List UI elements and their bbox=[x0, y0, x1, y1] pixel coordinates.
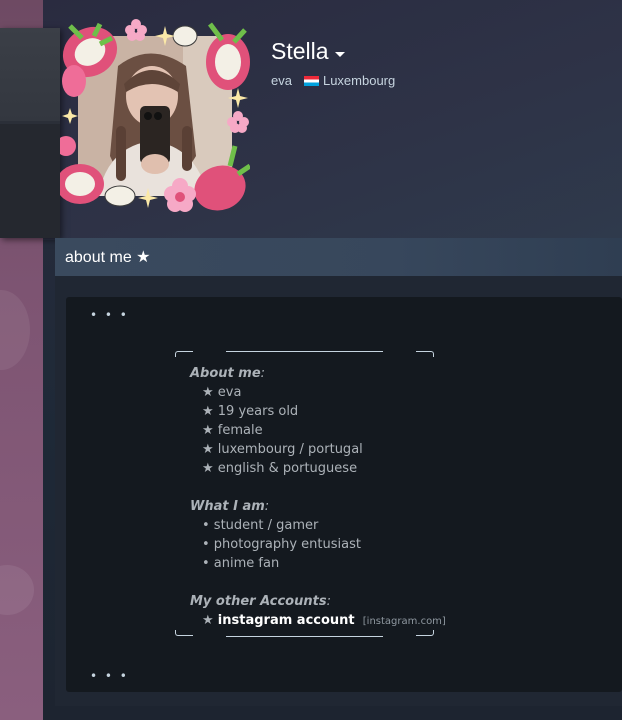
divider-line bbox=[226, 351, 383, 352]
list-item: ★ 19 years old bbox=[202, 404, 299, 419]
account-item: ★ instagram account [instagram.com] bbox=[190, 611, 590, 631]
frame-corner bbox=[175, 351, 193, 357]
profile-avatar[interactable] bbox=[60, 16, 250, 212]
list-item: • photography entusiast bbox=[202, 537, 361, 552]
list-item: ★ english & portuguese bbox=[202, 461, 358, 476]
luxembourg-flag-icon bbox=[303, 75, 319, 86]
list-item: ★ luxembourg / portugal bbox=[202, 442, 363, 457]
instagram-link[interactable]: instagram account bbox=[218, 613, 355, 628]
about-section-header: about me ★ bbox=[55, 238, 622, 276]
side-panel-bottom bbox=[0, 124, 60, 238]
list-item: ★ eva bbox=[202, 385, 242, 400]
about-heading: About me: bbox=[190, 366, 266, 381]
divider-line bbox=[226, 636, 383, 637]
about-content: About me: ★ eva ★ 19 years old ★ female … bbox=[190, 364, 590, 631]
side-panel[interactable] bbox=[0, 28, 60, 238]
list-item: • student / gamer bbox=[202, 518, 319, 533]
top-dots: • • • bbox=[90, 308, 129, 322]
link-domain: [instagram.com] bbox=[362, 616, 446, 627]
profile-name-text: Stella bbox=[271, 38, 329, 64]
list-item: ★ female bbox=[202, 423, 263, 438]
star-icon: ★ bbox=[202, 613, 214, 628]
bottom-dots: • • • bbox=[90, 669, 129, 683]
real-name: eva bbox=[271, 73, 292, 88]
country-name: Luxembourg bbox=[322, 73, 396, 88]
dropdown-caret-icon[interactable] bbox=[334, 52, 345, 57]
profile-name[interactable]: Stella bbox=[271, 38, 345, 65]
about-section-title: about me ★ bbox=[65, 249, 151, 266]
profile-subline: eva Luxembourg bbox=[271, 73, 395, 88]
side-panel-top bbox=[0, 28, 60, 121]
list-item: • anime fan bbox=[202, 556, 280, 571]
decor-blob bbox=[0, 290, 30, 370]
accounts-heading: My other Accounts: bbox=[190, 594, 331, 609]
decor-blob bbox=[0, 565, 34, 615]
what-heading: What I am: bbox=[190, 499, 270, 514]
frame-corner bbox=[416, 351, 434, 357]
dragonfruit-frame-icon bbox=[60, 19, 250, 212]
